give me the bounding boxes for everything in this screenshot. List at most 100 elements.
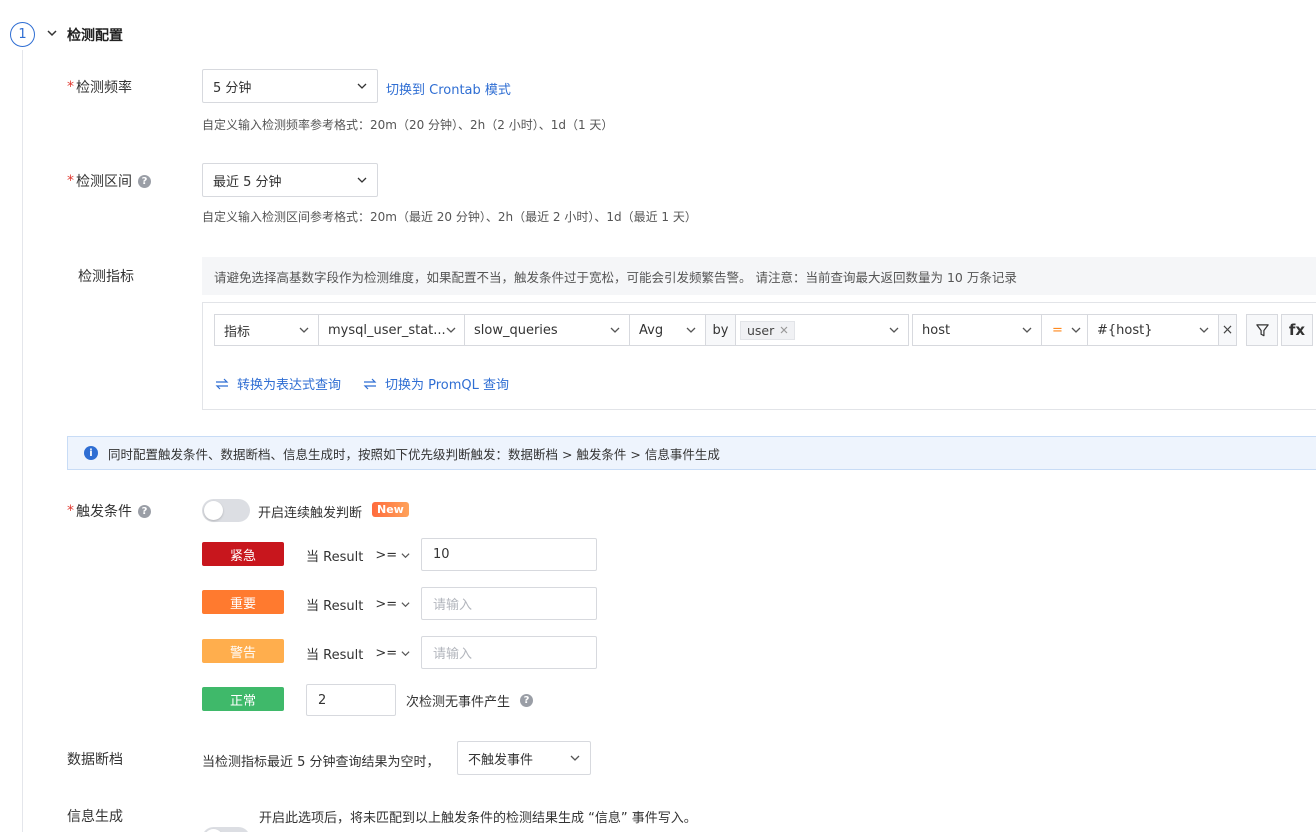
level-warning: 警告 bbox=[202, 639, 284, 663]
remove-filter-button[interactable]: × bbox=[1218, 314, 1237, 346]
help-icon[interactable]: ? bbox=[520, 694, 534, 707]
nodata-select-value: 不触发事件 bbox=[468, 752, 534, 768]
convert-expression-link[interactable]: 转换为表达式查询 bbox=[215, 374, 341, 393]
operator-select[interactable]: >= bbox=[375, 548, 410, 563]
condition-critical: 当 Result >= bbox=[306, 546, 410, 565]
trigger-label-text: 触发条件 bbox=[76, 504, 132, 520]
critical-threshold-value: 10 bbox=[433, 547, 450, 562]
filter-key-select[interactable]: host bbox=[912, 314, 1042, 346]
chevron-down-icon bbox=[889, 327, 899, 333]
filter-key-value: host bbox=[922, 322, 951, 338]
help-icon[interactable]: ? bbox=[138, 174, 151, 188]
chevron-down-icon bbox=[686, 327, 696, 333]
level-critical: 紧急 bbox=[202, 542, 284, 566]
swap-icon bbox=[363, 378, 377, 389]
fx-icon: fx bbox=[1288, 321, 1306, 339]
function-button[interactable]: fx bbox=[1281, 314, 1313, 346]
switch-crontab-link[interactable]: 切换到 Crontab 模式 bbox=[386, 79, 511, 98]
chevron-down-icon bbox=[357, 177, 367, 183]
field-select[interactable]: slow_queries bbox=[464, 314, 630, 346]
info-generation-text: 开启此选项后，将未匹配到以上触发条件的检测结果生成 “信息” 事件写入。 bbox=[259, 811, 697, 826]
toggle-knob bbox=[204, 501, 223, 520]
by-label-text: by bbox=[712, 322, 729, 338]
chevron-down-icon bbox=[610, 327, 620, 333]
required-mark: * bbox=[67, 503, 74, 519]
condition-important: 当 Result >= bbox=[306, 595, 410, 614]
group-tag-label: user bbox=[747, 322, 775, 338]
metric-notice: 请避免选择高基数字段作为检测维度，如果配置不当，触发条件过于宽松，可能会引发频繁… bbox=[202, 257, 1316, 295]
info-generation-toggle[interactable] bbox=[202, 827, 250, 832]
step-connector-line bbox=[22, 50, 23, 832]
filter-operator-value: = bbox=[1052, 322, 1063, 338]
required-mark: * bbox=[67, 79, 74, 95]
aggregation-select[interactable]: Avg bbox=[629, 314, 706, 346]
nodata-text: 当检测指标最近 5 分钟查询结果为空时， bbox=[202, 755, 440, 770]
filter-operator-select[interactable]: = bbox=[1041, 314, 1088, 346]
frequency-select[interactable]: 5 分钟 bbox=[202, 69, 378, 103]
continuous-trigger-toggle[interactable] bbox=[202, 499, 250, 522]
operator-value: >= bbox=[375, 548, 398, 563]
normal-suffix: 次检测无事件产生 ? bbox=[406, 691, 534, 710]
frequency-hint: 自定义输入检测频率参考格式：20m（20 分钟）、2h（2 小时）、1d（1 天… bbox=[202, 118, 614, 132]
input-placeholder: 请输入 bbox=[433, 598, 473, 613]
chevron-down-icon bbox=[1199, 327, 1209, 333]
chevron-down-icon bbox=[446, 327, 456, 333]
warning-threshold-input[interactable]: 请输入 bbox=[421, 636, 597, 669]
metric-label: 检测指标 bbox=[78, 269, 134, 285]
switch-promql-text: 切换为 PromQL 查询 bbox=[385, 378, 510, 393]
aggregation-value: Avg bbox=[639, 322, 664, 338]
input-placeholder: 请输入 bbox=[433, 647, 473, 662]
interval-label-text: 检测区间 bbox=[76, 174, 132, 190]
important-threshold-input[interactable]: 请输入 bbox=[421, 587, 597, 620]
operator-select[interactable]: >= bbox=[375, 597, 410, 612]
interval-select-value: 最近 5 分钟 bbox=[213, 174, 282, 190]
interval-select[interactable]: 最近 5 分钟 bbox=[202, 163, 378, 197]
info-generation-label: 信息生成 bbox=[67, 809, 123, 825]
condition-warning: 当 Result >= bbox=[306, 644, 410, 663]
measurement-select[interactable]: mysql_user_stat... bbox=[318, 314, 465, 346]
condition-prefix: 当 Result bbox=[306, 599, 364, 614]
filter-button[interactable] bbox=[1246, 314, 1278, 346]
frequency-label-text: 检测频率 bbox=[76, 80, 132, 96]
chevron-down-icon bbox=[299, 327, 309, 333]
critical-threshold-input[interactable]: 10 bbox=[421, 538, 597, 571]
step-number: 1 bbox=[10, 22, 35, 47]
help-icon[interactable]: ? bbox=[138, 504, 151, 518]
banner-text: 同时配置触发条件、数据断档、信息生成时，按照如下优先级判断触发：数据断档 > 触… bbox=[108, 446, 720, 462]
interval-hint: 自定义输入检测区间参考格式：20m（最近 20 分钟）、2h（最近 2 小时）、… bbox=[202, 210, 697, 224]
group-by-select[interactable]: user bbox=[735, 314, 909, 346]
level-important: 重要 bbox=[202, 590, 284, 614]
new-badge: New bbox=[372, 502, 409, 517]
close-icon[interactable] bbox=[780, 326, 788, 334]
continuous-trigger-label: 开启连续触发判断 bbox=[258, 506, 363, 521]
chevron-down-icon bbox=[357, 83, 367, 89]
trigger-label: * 触发条件 ? bbox=[67, 501, 151, 521]
swap-icon bbox=[215, 378, 229, 389]
switch-promql-link[interactable]: 切换为 PromQL 查询 bbox=[363, 374, 509, 393]
priority-info-banner: i 同时配置触发条件、数据断档、信息生成时，按照如下优先级判断触发：数据断档 >… bbox=[67, 436, 1316, 470]
step-title: 检测配置 bbox=[67, 28, 123, 44]
normal-count-input[interactable]: 2 bbox=[306, 684, 396, 716]
required-mark: * bbox=[67, 173, 74, 189]
condition-prefix: 当 Result bbox=[306, 648, 364, 663]
group-tag-user: user bbox=[740, 320, 796, 340]
chevron-down-icon[interactable] bbox=[46, 27, 58, 39]
chevron-down-icon bbox=[1022, 327, 1032, 333]
interval-label: * 检测区间 ? bbox=[67, 171, 151, 191]
filter-icon bbox=[1255, 323, 1269, 336]
frequency-label: * 检测频率 bbox=[67, 77, 132, 97]
condition-prefix: 当 Result bbox=[306, 550, 364, 565]
close-icon: × bbox=[1221, 322, 1234, 338]
filter-value-select[interactable]: #{host} bbox=[1087, 314, 1219, 346]
nodata-select[interactable]: 不触发事件 bbox=[457, 741, 591, 775]
info-icon: i bbox=[84, 446, 98, 460]
chevron-down-icon bbox=[570, 755, 580, 761]
metric-type-select[interactable]: 指标 bbox=[214, 314, 319, 346]
level-normal: 正常 bbox=[202, 687, 284, 711]
nodata-label: 数据断档 bbox=[67, 752, 123, 768]
operator-select[interactable]: >= bbox=[375, 646, 410, 661]
metric-type-value: 指标 bbox=[224, 324, 251, 340]
by-label: by bbox=[705, 314, 736, 346]
chevron-down-icon bbox=[401, 602, 410, 608]
normal-count-value: 2 bbox=[318, 692, 327, 708]
